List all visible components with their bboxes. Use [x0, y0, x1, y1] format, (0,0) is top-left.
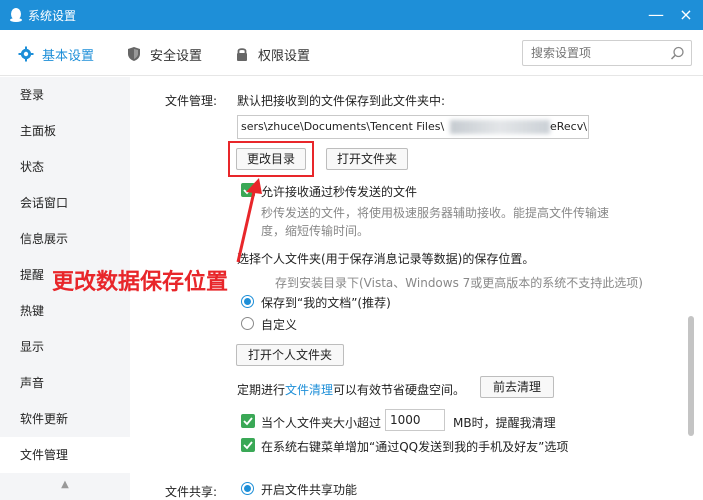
sidebar-item-info-display[interactable]: 信息展示: [0, 221, 130, 257]
sidebar-item-main-panel[interactable]: 主面板: [0, 113, 130, 149]
save-path-value: sers\zhuce\Documents\Tencent Files\: [241, 120, 445, 133]
close-button[interactable]: ×: [676, 5, 696, 25]
flash-description-line1: 秒传发送的文件，将使用极速服务器辅助接收。能提高文件传输速: [261, 206, 610, 220]
tab-permission-settings[interactable]: 权限设置: [234, 44, 310, 64]
sidebar-item-status[interactable]: 状态: [0, 149, 130, 185]
minimize-button[interactable]: —: [646, 5, 666, 25]
save-path-tail: eRecv\: [550, 120, 587, 133]
custom-location-radio[interactable]: [241, 317, 254, 330]
settings-tab-bar: 基本设置 安全设置 权限设置: [0, 30, 703, 76]
sidebar-item-hotkeys[interactable]: 热键: [0, 293, 130, 329]
flash-description-line2: 度，缩短传输时间。: [261, 224, 370, 238]
custom-location-label: 自定义: [261, 318, 298, 332]
sidebar-item-file-management[interactable]: 文件管理: [0, 437, 130, 473]
sidebar-item-sound[interactable]: 声音: [0, 365, 130, 401]
tab-security-settings[interactable]: 安全设置: [126, 44, 202, 64]
context-menu-label: 在系统右键菜单增加“通过QQ发送到我的手机及好友”选项: [261, 440, 569, 454]
file-management-label: 文件管理:: [165, 94, 218, 108]
allow-flash-label: 允许接收通过秒传发送的文件: [261, 185, 418, 199]
gear-icon: [18, 46, 34, 62]
enable-share-label: 开启文件共享功能: [261, 483, 358, 497]
chevron-up-icon[interactable]: ▲: [58, 479, 72, 493]
sidebar-item-software-update[interactable]: 软件更新: [0, 401, 130, 437]
open-personal-folder-button[interactable]: 打开个人文件夹: [236, 344, 344, 366]
qq-logo-icon: [10, 8, 22, 22]
file-cleanup-link[interactable]: 文件清理: [285, 383, 333, 397]
sidebar-item-login[interactable]: 登录: [0, 77, 130, 113]
save-my-docs-label: 保存到“我的文档”(推荐): [261, 296, 391, 310]
save-path-field[interactable]: sers\zhuce\Documents\Tencent Files\ eRec…: [237, 115, 589, 139]
size-limit-suffix: MB时，提醒我清理: [453, 416, 556, 430]
check-icon: [243, 186, 253, 195]
tab-label: 基本设置: [42, 48, 95, 64]
cleanup-text: 定期进行文件清理可以有效节省硬盘空间。: [237, 381, 465, 398]
size-limit-input[interactable]: 1000: [385, 409, 445, 431]
lock-icon: [237, 48, 247, 61]
file-share-label: 文件共享:: [165, 485, 218, 499]
sidebar-item-display[interactable]: 显示: [0, 329, 130, 365]
shield-icon: [128, 47, 140, 61]
tab-basic-settings[interactable]: 基本设置: [18, 44, 94, 64]
enable-share-radio[interactable]: [241, 482, 254, 495]
save-my-docs-radio[interactable]: [241, 295, 254, 308]
install-dir-option-text: 存到安装目录下(Vista、Windows 7或更高版本的系统不支持此选项): [275, 276, 643, 290]
size-limit-prefix: 当个人文件夹大小超过: [261, 416, 382, 430]
search-icon[interactable]: [670, 46, 685, 61]
size-limit-checkbox[interactable]: [241, 414, 255, 428]
tab-label: 权限设置: [258, 48, 311, 64]
search-input[interactable]: [531, 42, 671, 64]
sidebar-item-chat-window[interactable]: 会话窗口: [0, 185, 130, 221]
default-save-text: 默认把接收到的文件保存到此文件夹中:: [237, 94, 446, 108]
tab-label: 安全设置: [150, 48, 203, 64]
open-folder-button[interactable]: 打开文件夹: [326, 148, 408, 170]
change-directory-button[interactable]: 更改目录: [236, 148, 306, 170]
cleanup-prefix: 定期进行: [237, 383, 286, 397]
search-box[interactable]: [522, 40, 692, 66]
title-bar: 系统设置 — ×: [0, 0, 703, 30]
check-icon: [243, 417, 253, 426]
cleanup-suffix: 可以有效节省硬盘空间。: [333, 383, 466, 397]
goto-cleanup-button[interactable]: 前去清理: [480, 376, 554, 398]
context-menu-checkbox[interactable]: [241, 438, 255, 452]
window-title: 系统设置: [28, 9, 77, 23]
personal-folder-text: 选择个人文件夹(用于保存消息记录等数据)的保存位置。: [237, 252, 535, 266]
scrollbar-thumb[interactable]: [688, 316, 694, 436]
allow-flash-checkbox[interactable]: [241, 183, 255, 197]
check-icon: [243, 441, 253, 450]
annotation-text: 更改数据保存位置: [52, 270, 229, 295]
blurred-path-segment: [450, 120, 550, 134]
